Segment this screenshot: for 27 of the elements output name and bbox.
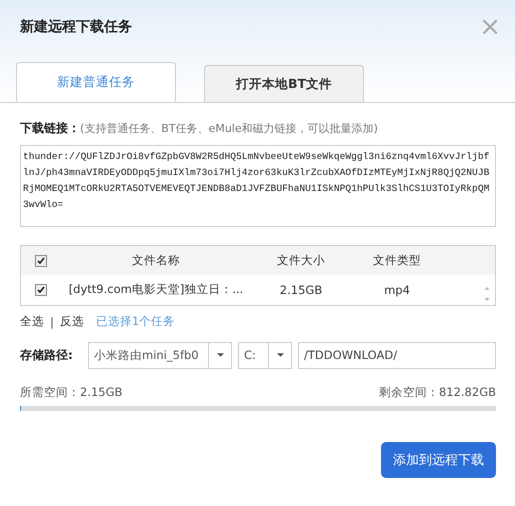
caret-icon: [216, 352, 224, 358]
table-cell-text: 2.15GB: [278, 282, 324, 296]
column-header: 文件名称: [131, 253, 181, 268]
invert-link[interactable]: 反选: [60, 314, 84, 329]
drive-dropdown[interactable]: C:: [238, 342, 292, 368]
caret-icon: [276, 352, 284, 358]
table-cell-text: [dytt9.com电影天堂]独立日：...: [68, 282, 244, 297]
column-header: 文件类型: [372, 253, 422, 268]
table-cell-text: mp4: [383, 282, 411, 296]
window-title: 新建远程下载任务: [20, 18, 132, 36]
link-input-field[interactable]: thunder://QUFlZDJrOi8vfGZpbGV8W2R5dHQ5LmNvbeeUteW9seWkqeWggl3ni6znq4vml6XvvJrljbflnJ/ph43mnaVIRDEyODDpq5jmuIXlm73oi7Hlj4zor63kuK3lrZcubXAOfDIzMTEyMjIxNjR8QjQ2NUJBRjMOMEQ1MTcORkU2RTA5OTVEMEVEQTJENDB8aD1JVFZBUFhaNU1ISkNPQ1hPUlk3SlhCS1U3TOIyRkpQM3wvWlo=: [20, 145, 496, 227]
field-label: 下载链接：: [20, 120, 80, 137]
column-header: 文件大小: [276, 253, 326, 268]
tab[interactable]: 打开本地BT文件: [204, 65, 364, 102]
device-dropdown[interactable]: 小米路由mini_5fb0: [88, 342, 232, 368]
add-remote-download-button[interactable]: 添加到远程下载: [381, 442, 496, 478]
field-hint: (支持普通任务、BT任务、eMule和磁力链接，可以批量添加): [80, 121, 378, 136]
path-input-field[interactable]: /TDDOWNLOAD/: [298, 342, 496, 368]
selection-status: 已选择1个任务: [96, 314, 176, 329]
tab[interactable]: 新建普通任务: [16, 62, 176, 102]
remaining-space: 剩余空间：812.82GB: [378, 385, 496, 400]
checkbox[interactable]: [35, 254, 47, 266]
checkbox[interactable]: [35, 284, 47, 296]
required-space: 所需空间：2.15GB: [20, 385, 122, 400]
separator: |: [50, 314, 54, 328]
storage-label: 存储路径:: [20, 346, 74, 364]
select-all-link[interactable]: 全选: [20, 314, 44, 329]
